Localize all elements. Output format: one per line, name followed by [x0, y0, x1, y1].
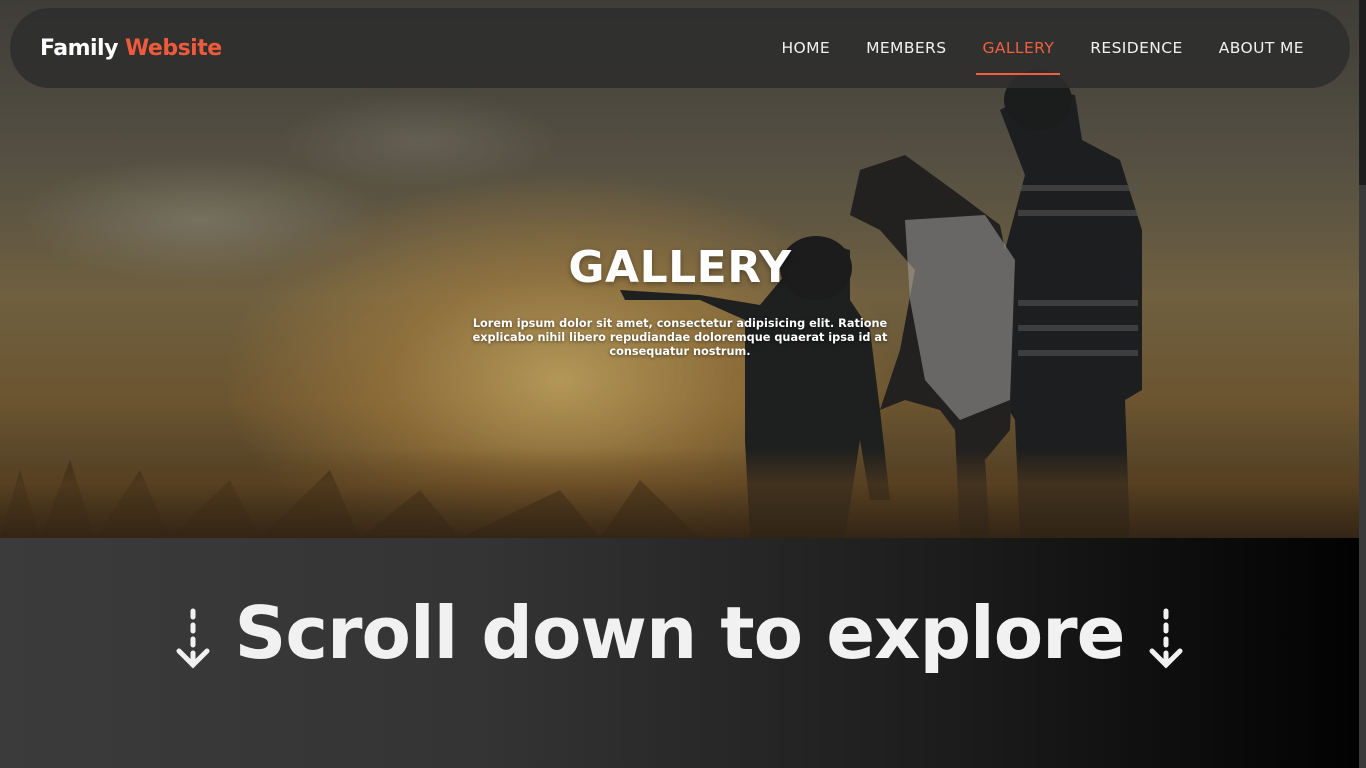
arrow-down-icon [176, 608, 210, 669]
nav-item-members[interactable]: MEMBERS [866, 33, 946, 63]
brand-second-word: Website [124, 35, 222, 61]
hero-title: GALLERY [568, 242, 792, 293]
scroll-prompt-section: Scroll down to explore [0, 538, 1359, 768]
nav-item-gallery[interactable]: GALLERY [976, 33, 1060, 75]
nav-item-about-me[interactable]: ABOUT ME [1219, 33, 1304, 63]
nav-item-home[interactable]: HOME [781, 33, 830, 63]
arrow-down-icon [1149, 608, 1183, 669]
brand-logo-link[interactable]: Family Website [40, 36, 222, 61]
scroll-prompt-text: Scroll down to explore [234, 591, 1125, 675]
hero-subtitle: Lorem ipsum dolor sit amet, consectetur … [472, 317, 888, 358]
top-navbar: Family Website HOME MEMBERS GALLERY RESI… [10, 8, 1350, 88]
brand-first-word: Family [40, 35, 118, 61]
nav-item-residence[interactable]: RESIDENCE [1090, 33, 1183, 63]
scrollbar-thumb[interactable] [1359, 185, 1366, 768]
nav-links: HOME MEMBERS GALLERY RESIDENCE ABOUT ME [781, 33, 1304, 75]
page-scrollbar[interactable] [1359, 0, 1366, 768]
